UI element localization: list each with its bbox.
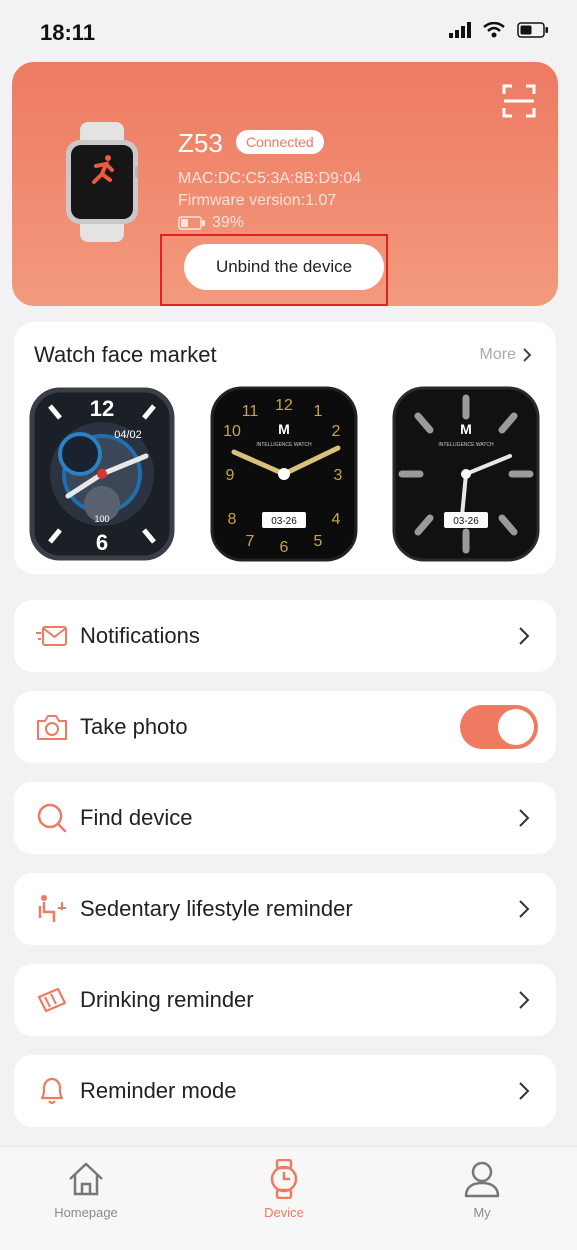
device-name: Z53 (178, 128, 223, 158)
bottom-tab-bar: Homepage Device My (0, 1146, 577, 1250)
reminder-mode-label: Reminder mode (80, 1078, 237, 1103)
search-icon (37, 803, 67, 833)
user-icon (464, 1161, 500, 1198)
bell-icon (40, 1077, 64, 1105)
face2-date: 03-26 (271, 516, 297, 527)
face3-date: 03-26 (453, 516, 479, 527)
chevron-right-icon (519, 1082, 530, 1100)
menu-item-notifications[interactable]: Notifications (14, 600, 556, 672)
mac-address: MAC:DC:C5:3A:8B:D9:04 (178, 170, 362, 187)
drinking-reminder-label: Drinking reminder (80, 987, 254, 1012)
chevron-right-icon (519, 809, 530, 827)
face2-numeral-11: 11 (242, 403, 259, 420)
menu-item-find-device[interactable]: Find device (14, 782, 556, 854)
menu-item-sedentary-reminder[interactable]: Sedentary lifestyle reminder (14, 873, 556, 945)
tab-my-label: My (473, 1205, 491, 1220)
face2-brand: INTELLIGENCE WATCH (256, 442, 312, 448)
device-card: Z53 Connected MAC:DC:C5:3A:8B:D9:04 Firm… (12, 62, 558, 306)
watch-face-market-title: Watch face market (34, 342, 217, 367)
tab-device[interactable]: Device (214, 1159, 354, 1220)
connection-status-badge: Connected (236, 130, 324, 154)
firmware-version: Firmware version:1.07 (178, 192, 337, 209)
watch-face-2[interactable]: 12 1 2 3 4 5 6 7 8 9 10 11 M INTELLIGENCE WATCH 03-… (210, 386, 358, 562)
chevron-right-icon (519, 900, 530, 918)
svg-text:M: M (278, 421, 290, 437)
watch-icon (270, 1159, 298, 1199)
face2-numeral-4: 4 (332, 511, 341, 528)
wifi-icon (483, 22, 505, 38)
battery-icon (178, 216, 205, 230)
battery-percent: 39% (212, 214, 245, 231)
watch-image (66, 122, 138, 242)
notifications-label: Notifications (80, 623, 200, 648)
sedentary-reminder-label: Sedentary lifestyle reminder (80, 896, 353, 921)
take-photo-label: Take photo (80, 714, 188, 739)
menu-item-drinking-reminder[interactable]: Drinking reminder (14, 964, 556, 1036)
tab-homepage[interactable]: Homepage (16, 1159, 156, 1220)
face1-hour-bottom: 6 (96, 530, 108, 555)
envelope-icon (36, 626, 67, 646)
status-time: 18:11 (40, 20, 96, 45)
camera-icon (37, 715, 67, 740)
face2-numeral-1: 1 (314, 403, 323, 420)
sedentary-icon (38, 895, 66, 922)
svg-text:M: M (460, 421, 472, 437)
more-link[interactable]: More (480, 346, 532, 364)
toggle-knob (498, 709, 534, 745)
chevron-right-icon (519, 627, 530, 645)
status-icons (449, 22, 549, 38)
chevron-right-icon (523, 348, 532, 362)
status-bar: 18:11 (0, 0, 577, 60)
tab-device-label: Device (264, 1205, 304, 1220)
face2-numeral-2: 2 (332, 423, 341, 440)
unbind-device-button[interactable]: Unbind the device (184, 244, 384, 290)
face2-numeral-8: 8 (228, 511, 237, 528)
watch-face-market-card: Watch face market More 12 6 04/02 100 12… (14, 322, 556, 574)
tab-homepage-label: Homepage (54, 1205, 118, 1220)
menu-item-reminder-mode[interactable]: Reminder mode (14, 1055, 556, 1127)
face1-date: 04/02 (114, 429, 142, 441)
tab-my[interactable]: My (412, 1159, 552, 1220)
signal-icon (449, 22, 471, 38)
face2-numeral-10: 10 (223, 423, 241, 440)
watch-face-1[interactable]: 12 6 04/02 100 (28, 386, 176, 562)
face2-numeral-7: 7 (246, 533, 255, 550)
scan-icon[interactable] (502, 84, 536, 118)
find-device-label: Find device (80, 805, 193, 830)
take-photo-toggle[interactable] (460, 705, 538, 749)
more-label: More (479, 346, 516, 363)
face2-numeral-3: 3 (334, 467, 343, 484)
face2-numeral-12: 12 (275, 397, 293, 414)
watch-face-3[interactable]: M INTELLIGENCE WATCH 03-26 (392, 386, 540, 562)
battery-row: 39% (178, 214, 244, 232)
home-icon (69, 1162, 103, 1196)
water-bottle-icon (37, 987, 67, 1013)
face2-numeral-9: 9 (226, 467, 235, 484)
menu-item-take-photo[interactable]: Take photo (14, 691, 556, 763)
face2-numeral-6: 6 (280, 539, 289, 556)
battery-status-icon (517, 22, 548, 38)
face3-brand: INTELLIGENCE WATCH (438, 442, 494, 448)
face1-extra: 100 (94, 514, 109, 524)
face2-numeral-5: 5 (314, 533, 323, 550)
chevron-right-icon (519, 991, 530, 1009)
face1-hour-top: 12 (90, 396, 114, 421)
